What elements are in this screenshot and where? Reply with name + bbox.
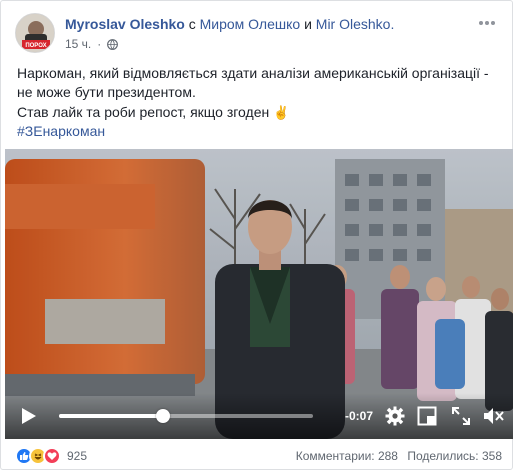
time-remaining: -0:07: [345, 409, 374, 423]
post-meta: 15 ч. ·: [65, 37, 119, 51]
expand-icon[interactable]: [451, 406, 471, 426]
reactions-summary[interactable]: 925: [15, 447, 87, 465]
globe-icon[interactable]: [107, 38, 119, 50]
with-word: с: [188, 16, 196, 32]
avatar-badge: ПОРОХ: [25, 43, 46, 49]
post-text-cta: Став лайк та роби репост, якщо згоден: [17, 103, 270, 120]
author-line: Myroslav Oleshko с Миром Олешко и Mir Ol…: [65, 16, 394, 32]
author-link[interactable]: Myroslav Oleshko: [65, 16, 185, 32]
post-time[interactable]: 15 ч.: [65, 37, 91, 51]
tagged-friend-1[interactable]: Миром Олешко: [200, 16, 301, 32]
engagement-stats: Комментарии: 288 Поделились: 358: [290, 449, 502, 463]
post-card: ПОРОХ Myroslav Oleshko с Миром Олешко и …: [0, 0, 513, 470]
tagged-friend-2[interactable]: Mir Oleshko.: [316, 16, 395, 32]
shares-count[interactable]: Поделились: 358: [407, 449, 502, 463]
video-player[interactable]: -0:07: [5, 149, 513, 439]
victory-hand-emoji: ✌: [273, 104, 290, 120]
video-controls: -0:07: [5, 393, 513, 439]
reaction-count[interactable]: 925: [67, 449, 87, 463]
hashtag-line: #ЗЕнаркоман: [17, 122, 502, 141]
post-text-line: не може бути президентом.: [17, 84, 196, 101]
post-footer: 925 Комментарии: 288 Поделились: 358: [15, 447, 502, 467]
play-icon[interactable]: [21, 407, 37, 425]
gear-icon[interactable]: [385, 406, 405, 426]
progress-knob[interactable]: [156, 409, 171, 423]
post-text: Наркоман, який відмовляється здати аналі…: [17, 64, 502, 142]
post-header: ПОРОХ Myroslav Oleshko с Миром Олешко и …: [15, 13, 500, 57]
progress-fill: [59, 414, 164, 418]
post-text-line: Став лайк та роби репост, якщо згоден ✌: [17, 103, 502, 122]
comments-count[interactable]: Комментарии: 288: [296, 449, 398, 463]
avatar[interactable]: ПОРОХ: [15, 13, 55, 53]
hashtag-link[interactable]: #ЗЕнаркоман: [17, 123, 105, 139]
fullscreen-exit-icon[interactable]: [417, 406, 437, 426]
post-text-line: Наркоман, який відмовляється здати аналі…: [17, 65, 489, 81]
and-word: и: [304, 16, 312, 32]
ellipsis-icon[interactable]: [474, 15, 500, 33]
meta-separator: ·: [97, 37, 102, 51]
love-reaction-icon: [43, 447, 61, 465]
progress-bar[interactable]: [59, 409, 313, 423]
volume-muted-icon[interactable]: [483, 406, 504, 426]
